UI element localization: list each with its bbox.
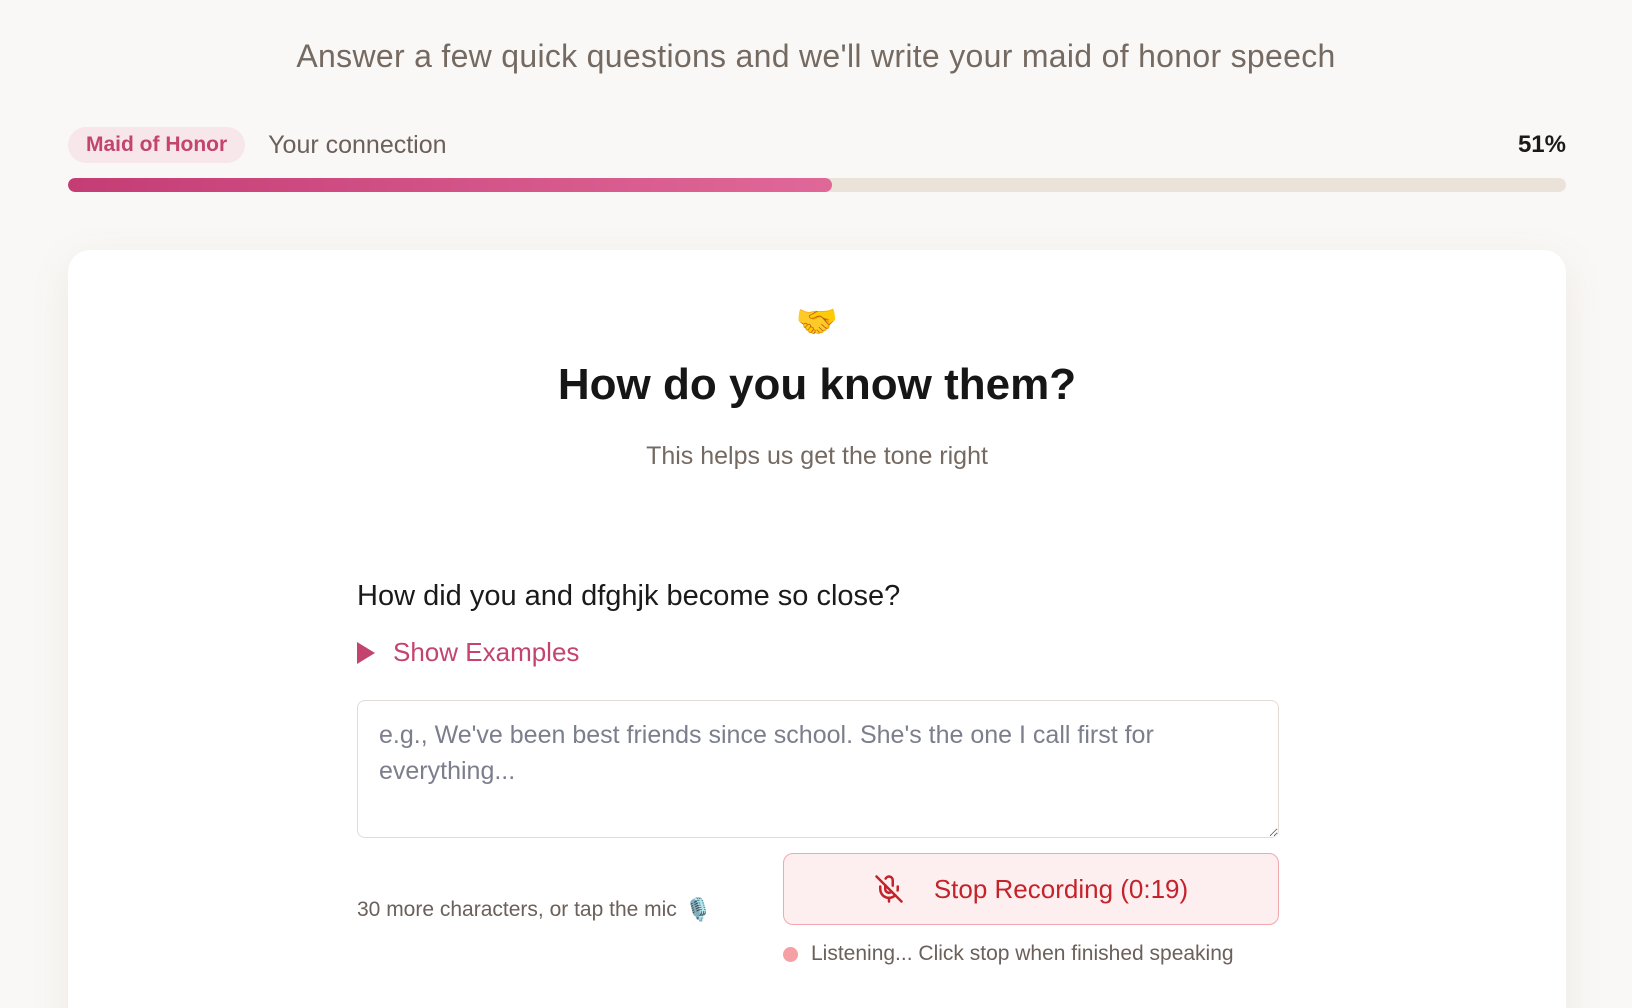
answer-textarea[interactable]	[357, 700, 1279, 838]
step-label: Your connection	[268, 130, 447, 159]
question-card: 🤝 How do you know them? This helps us ge…	[68, 250, 1566, 1008]
listening-status: Listening... Click stop when finished sp…	[783, 942, 1234, 966]
play-triangle-icon	[357, 641, 375, 664]
microphone-icon: 🎙️	[684, 897, 713, 922]
show-examples-toggle[interactable]: Show Examples	[357, 637, 579, 668]
progress-header: Maid of Honor Your connection 51%	[68, 127, 1566, 163]
char-hint-text: 30 more characters, or tap the mic	[357, 898, 677, 921]
recording-dot-icon	[783, 946, 798, 962]
show-examples-label: Show Examples	[393, 637, 580, 667]
stop-recording-button[interactable]: Stop Recording (0:19)	[783, 853, 1279, 925]
question-label: How did you and dfghjk become so close?	[357, 580, 901, 612]
char-hint: 30 more characters, or tap the mic 🎙️	[357, 897, 712, 923]
card-title: How do you know them?	[557, 360, 1077, 409]
role-pill: Maid of Honor	[68, 127, 246, 163]
stop-recording-label: Stop Recording (0:19)	[933, 873, 1189, 904]
page-intro: Answer a few quick questions and we'll w…	[296, 38, 1336, 74]
progress-bar-fill	[68, 178, 832, 192]
progress-percent: 51%	[1517, 131, 1566, 158]
handshake-icon: 🤝	[795, 303, 839, 341]
card-subtitle: This helps us get the tone right	[646, 442, 988, 470]
listening-text: Listening... Click stop when finished sp…	[811, 942, 1234, 965]
mic-off-icon	[875, 875, 903, 903]
progress-bar	[68, 178, 1566, 192]
